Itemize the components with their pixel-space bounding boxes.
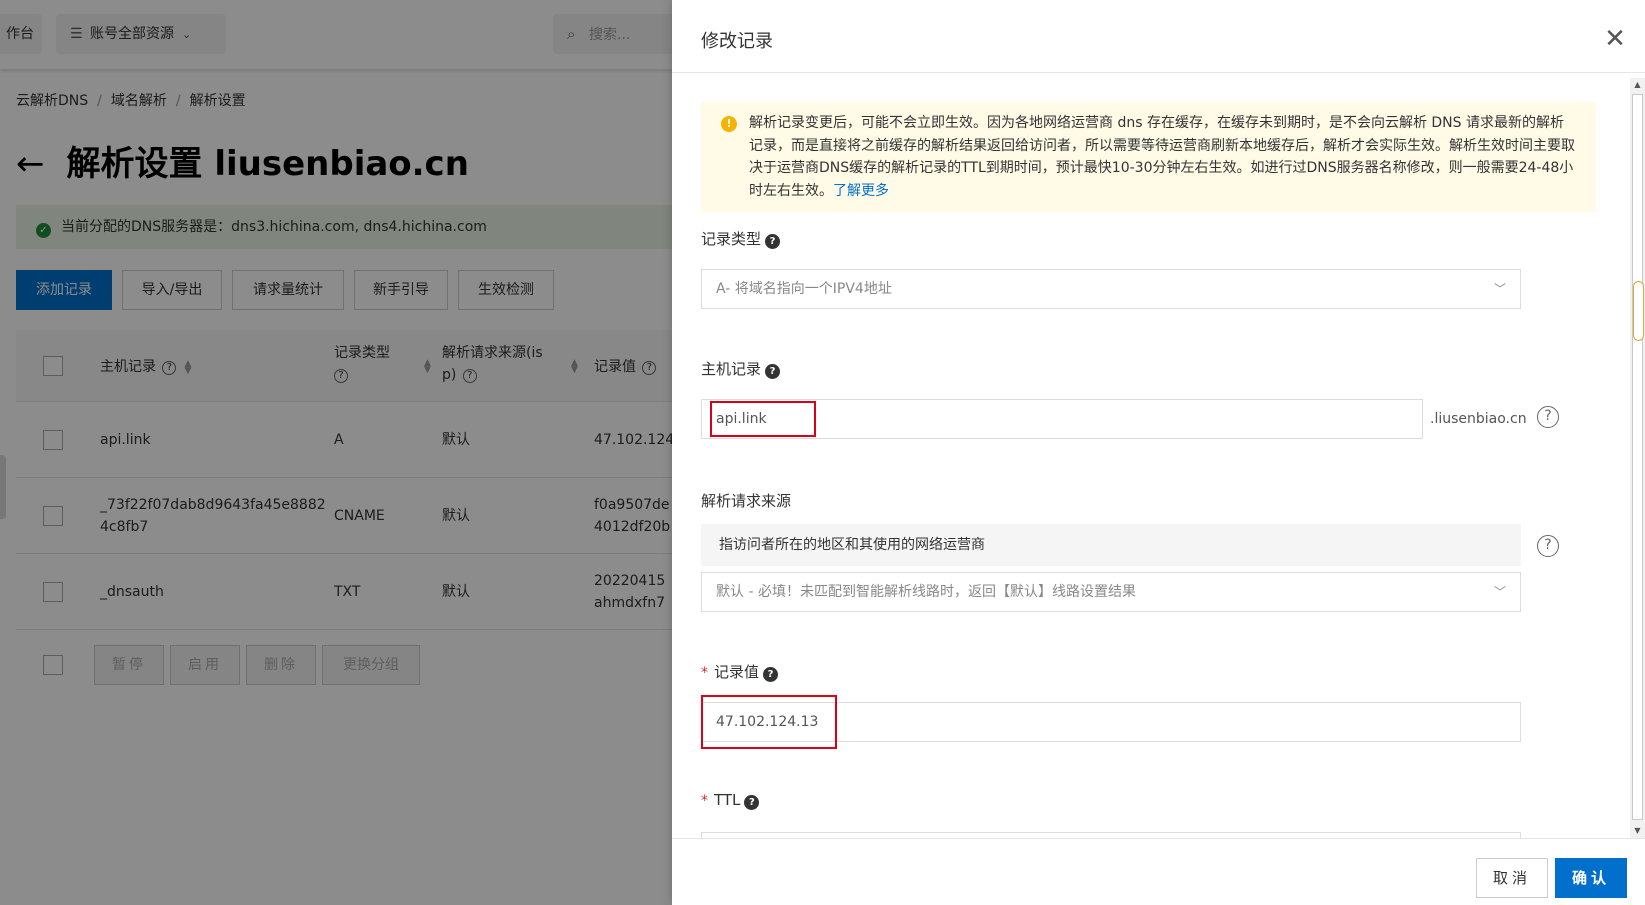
domain-suffix: .liusenbiao.cn [1430, 411, 1527, 427]
host-record-label: 主机记录? [701, 358, 781, 379]
record-type-select[interactable]: A- 将域名指向一个IPV4地址 ﹀ [701, 269, 1521, 309]
cancel-button[interactable]: 取消 [1476, 858, 1548, 898]
record-type-value: A- 将域名指向一个IPV4地址 [716, 281, 892, 297]
help-icon[interactable]: ? [763, 667, 779, 682]
help-icon[interactable]: ? [765, 364, 781, 379]
ttl-label-text: TTL [714, 791, 741, 809]
chevron-down-icon: ﹀ [1493, 585, 1506, 599]
learn-more-link[interactable]: 了解更多 [833, 183, 889, 199]
scrollbar-thumb[interactable] [1633, 281, 1644, 341]
source-description: 指访问者所在的地区和其使用的网络运营商 [701, 524, 1521, 566]
warning-icon: ! [721, 116, 737, 132]
scrollbar-track[interactable] [1632, 94, 1644, 820]
record-type-label-text: 记录类型 [701, 230, 762, 248]
propagation-warning: ! 解析记录变更后，可能不会立即生效。因为各地网络运营商 dns 存在缓存，在缓… [701, 102, 1596, 212]
value-highlight-box [701, 695, 837, 749]
source-line-value: 默认 - 必填！未匹配到智能解析线路时，返回【默认】线路设置结果 [716, 584, 1136, 600]
confirm-button[interactable]: 确认 [1555, 858, 1627, 898]
ttl-label: * TTL? [701, 791, 760, 810]
required-mark: * [701, 665, 708, 681]
source-line-select[interactable]: 默认 - 必填！未匹配到智能解析线路时，返回【默认】线路设置结果 ﹀ [701, 572, 1521, 612]
host-record-label-text: 主机记录 [701, 360, 762, 378]
drawer-footer: 取消 确认 [672, 838, 1645, 905]
source-help-icon[interactable]: ? [1537, 535, 1559, 557]
record-type-label: 记录类型? [701, 228, 781, 249]
help-icon[interactable]: ? [765, 234, 781, 249]
host-highlight-box [710, 401, 816, 437]
edit-record-drawer: 修改记录 ✕ ! 解析记录变更后，可能不会立即生效。因为各地网络运营商 dns … [672, 0, 1645, 905]
close-icon[interactable]: ✕ [1600, 24, 1630, 54]
chevron-down-icon: ﹀ [1493, 282, 1506, 296]
drawer-scrollbar[interactable]: ▲ ▼ [1630, 78, 1645, 838]
host-help-icon[interactable]: ? [1537, 406, 1559, 428]
required-mark: * [701, 793, 708, 809]
help-icon[interactable]: ? [744, 795, 760, 810]
record-value-label-text: 记录值 [714, 663, 760, 681]
drawer-header: 修改记录 ✕ [672, 0, 1645, 73]
source-label: 解析请求来源 [701, 492, 792, 510]
record-value-label: * 记录值? [701, 661, 779, 682]
drawer-title: 修改记录 [701, 31, 773, 52]
scroll-up-arrow-icon[interactable]: ▲ [1630, 78, 1645, 92]
scroll-down-arrow-icon[interactable]: ▼ [1630, 824, 1645, 838]
